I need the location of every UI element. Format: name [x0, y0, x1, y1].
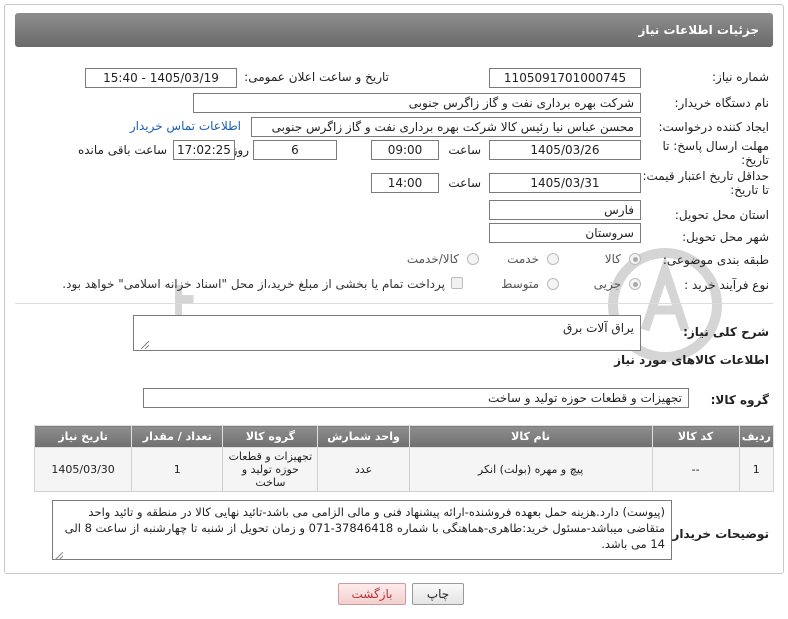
panel-title: جزئیات اطلاعات نیاز	[15, 13, 773, 47]
remaining-time-label: ساعت باقی مانده	[77, 143, 167, 157]
goods-group-label: گروه کالا:	[710, 393, 769, 407]
buyer-notes-field: (پیوست) دارد.هزینه حمل بعهده فروشنده-ارا…	[52, 500, 672, 560]
cell-goods-code: --	[651, 447, 740, 492]
col-quantity: تعداد / مقدار	[131, 425, 224, 448]
print-button[interactable]: چاپ	[412, 583, 464, 605]
purchase-radio-minor[interactable]	[629, 278, 641, 290]
col-need-date: تاریخ نیاز	[33, 425, 133, 448]
treasury-checkbox[interactable]	[451, 277, 463, 289]
days-remaining-field: 6	[253, 140, 337, 160]
city-field: سروستان	[489, 223, 641, 243]
cell-need-date: 1405/03/30	[33, 447, 133, 492]
deadline-label-date: تاریخ:	[741, 153, 769, 167]
notes-resize-handle-icon[interactable]	[55, 552, 63, 560]
deadline-date-field: 1405/03/26	[489, 140, 641, 160]
validity-label: حداقل تاریخ اعتبار قیمت:	[642, 169, 769, 183]
validity-time-label: ساعت	[448, 176, 481, 190]
description-label: شرح کلی نیاز:	[683, 325, 769, 339]
table-header-row: ردیف کد کالا نام کالا واحد شمارش گروه کا…	[33, 425, 775, 448]
resize-handle-icon[interactable]	[141, 341, 149, 349]
purchase-radio-medium[interactable]	[547, 278, 559, 290]
col-goods-name: نام کالا	[408, 425, 653, 448]
need-number-field: 1105091701000745	[489, 68, 641, 88]
col-unit: واحد شمارش	[317, 425, 410, 448]
buyer-org-field: شرکت بهره برداری نفت و گاز زاگرس جنوبی	[193, 93, 641, 113]
cell-quantity: 1	[131, 447, 224, 492]
category-label: طبقه بندی موضوعی:	[662, 253, 769, 267]
category-option-both: کالا/خدمت	[406, 252, 459, 266]
validity-label-date: تا تاریخ:	[730, 183, 769, 197]
validity-date-field: 1405/03/31	[489, 173, 641, 193]
buyer-org-label: نام دستگاه خریدار:	[674, 96, 770, 110]
cell-goods-group: تجهیزات و قطعات حوزه تولید و ساخت	[222, 447, 319, 492]
table-row: 1 -- پیچ و مهره (بولت) انکر عدد تجهیزات …	[33, 447, 775, 492]
category-radio-both[interactable]	[467, 253, 479, 265]
buyer-contact-link[interactable]: اطلاعات تماس خریدار	[130, 119, 241, 133]
col-row-number: ردیف	[738, 425, 775, 448]
cell-goods-name: پیچ و مهره (بولت) انکر	[408, 447, 653, 492]
remaining-time-field: 17:02:25	[173, 140, 235, 160]
deadline-time-field: 09:00	[371, 140, 439, 160]
category-radio-service[interactable]	[547, 253, 559, 265]
deadline-label: مهلت ارسال پاسخ: تا	[662, 139, 769, 153]
goods-section-title: اطلاعات کالاهای مورد نیاز	[614, 353, 769, 367]
purchase-option-medium: متوسط	[501, 277, 539, 291]
col-goods-group: گروه کالا	[222, 425, 319, 448]
creator-label: ایجاد کننده درخواست:	[658, 120, 769, 134]
deadline-time-label: ساعت	[448, 143, 481, 157]
announce-label: تاریخ و ساعت اعلان عمومی:	[244, 70, 389, 84]
need-number-label: شماره نیاز:	[712, 70, 769, 84]
payment-note: پرداخت تمام یا بخشی از مبلغ خرید،از محل …	[62, 277, 445, 291]
category-option-service: خدمت	[507, 252, 539, 266]
goods-table: ردیف کد کالا نام کالا واحد شمارش گروه کا…	[33, 425, 775, 492]
city-label: شهر محل تحویل:	[682, 230, 769, 244]
description-field: یراق آلات برق	[133, 315, 641, 351]
buyer-notes-label: توضیحات خریدار:	[667, 527, 769, 541]
cell-unit: عدد	[317, 447, 410, 492]
creator-field: محسن عباس نیا رئیس کالا شرکت بهره برداری…	[251, 117, 641, 137]
province-label: استان محل تحویل:	[674, 208, 769, 222]
goods-group-field: تجهیزات و قطعات حوزه تولید و ساخت	[143, 388, 689, 408]
cell-row-number: 1	[738, 447, 775, 492]
announce-field: 1405/03/19 - 15:40	[85, 68, 237, 88]
col-goods-code: کد کالا	[651, 425, 740, 448]
category-option-goods: کالا	[604, 252, 621, 266]
province-field: فارس	[489, 200, 641, 220]
purchase-option-minor: جزیی	[593, 277, 621, 291]
back-button[interactable]: بازگشت	[338, 583, 406, 605]
purchase-type-label: نوع فرآیند خرید :	[684, 278, 769, 292]
validity-time-field: 14:00	[371, 173, 439, 193]
category-radio-goods[interactable]	[629, 253, 641, 265]
